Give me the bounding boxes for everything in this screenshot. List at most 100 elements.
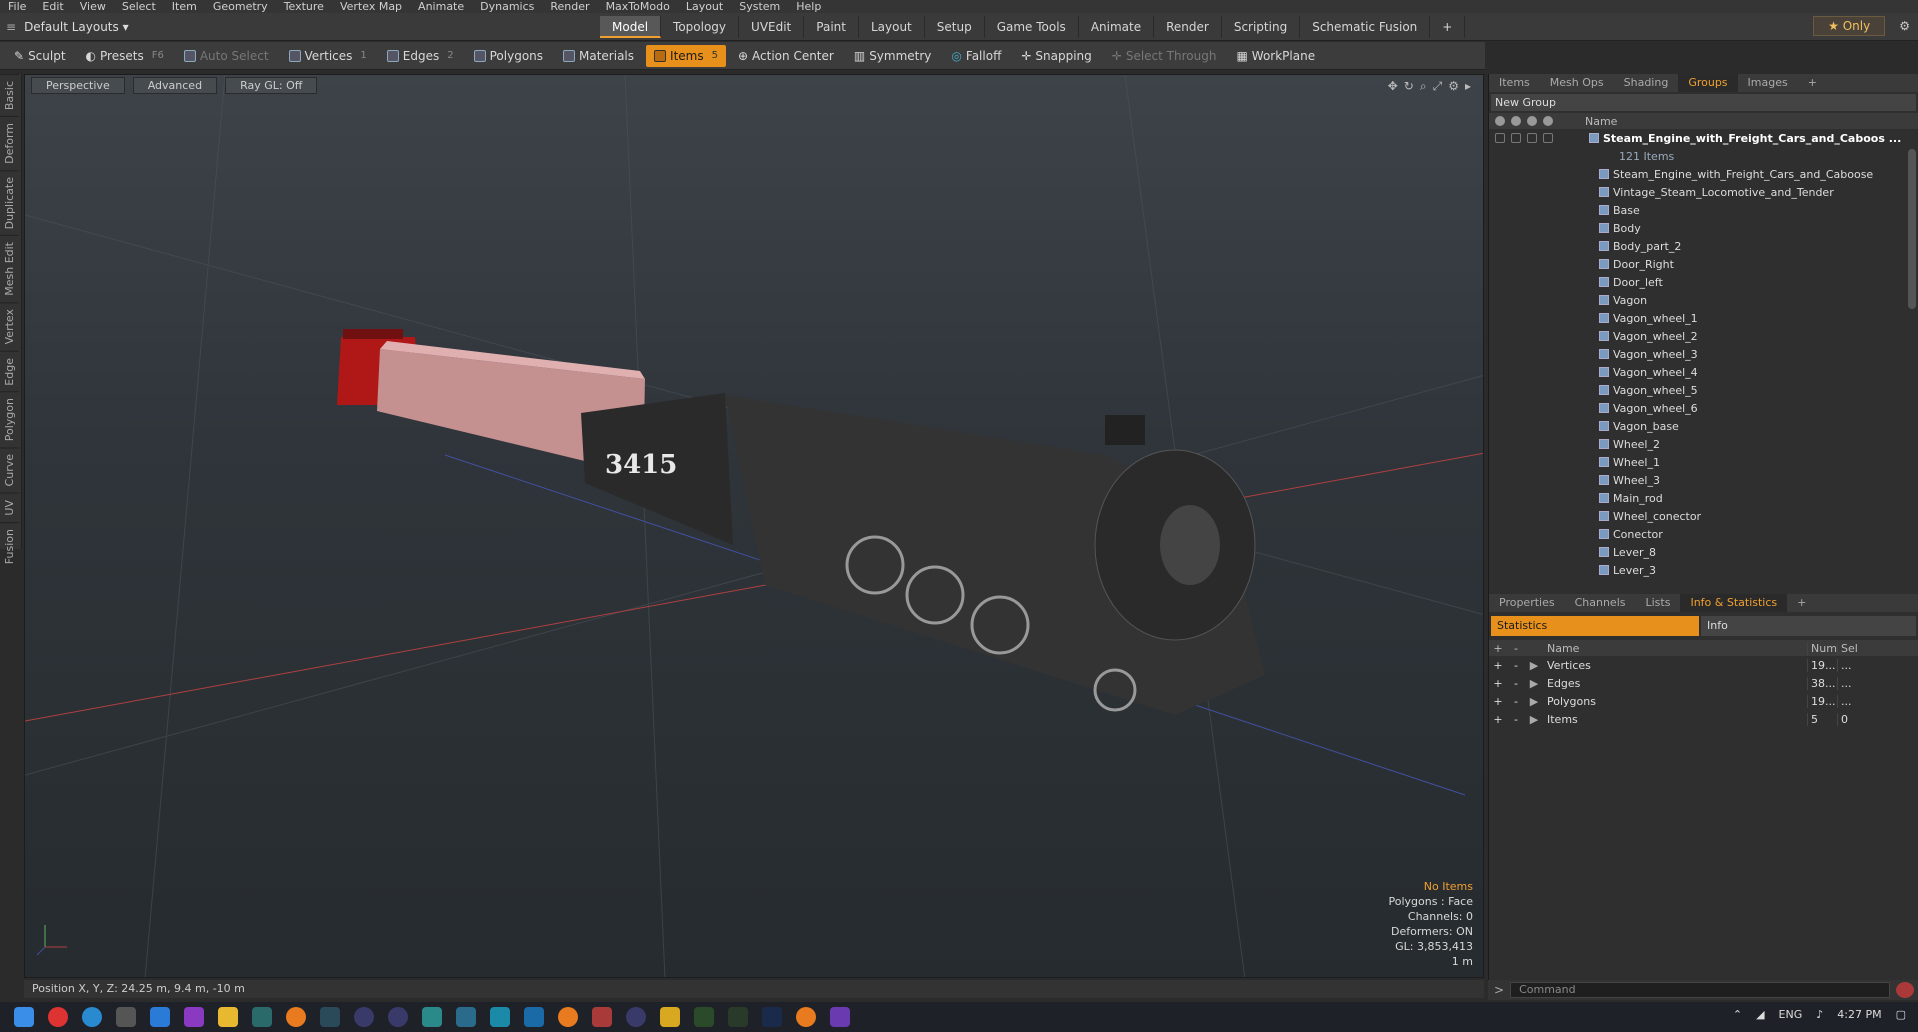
group-item-row[interactable]: Vagon_wheel_2 (1489, 327, 1918, 345)
home-icon[interactable]: ≡ (6, 20, 16, 34)
max-icon[interactable] (422, 1007, 442, 1027)
photoshop-icon[interactable] (762, 1007, 782, 1027)
group-item-row[interactable]: Vagon_base (1489, 417, 1918, 435)
terminal-icon[interactable] (252, 1007, 272, 1027)
explorer-icon[interactable] (660, 1007, 680, 1027)
eye-icon[interactable] (1495, 116, 1505, 126)
zoom-icon[interactable]: ⌕ (1420, 79, 1427, 94)
symmetry-button[interactable]: ▥ Symmetry (846, 45, 940, 67)
group-item-row[interactable]: Vintage_Steam_Locomotive_and_Tender (1489, 183, 1918, 201)
group-item-row[interactable]: Door_left (1489, 273, 1918, 291)
groups-list[interactable]: Steam_Engine_with_Freight_Cars_and_Caboo… (1489, 129, 1918, 579)
menu-view[interactable]: View (72, 0, 114, 13)
group-item-row[interactable]: Wheel_conector (1489, 507, 1918, 525)
raygl-button[interactable]: Ray GL: Off (225, 77, 318, 94)
maya-icon[interactable] (456, 1007, 476, 1027)
expand-plus-icon[interactable]: + (1489, 713, 1507, 726)
group-item-row[interactable]: Vagon_wheel_3 (1489, 345, 1918, 363)
render-toggle[interactable] (1527, 133, 1537, 143)
group-item-row[interactable]: Wheel_2 (1489, 435, 1918, 453)
triangle-right-icon[interactable]: ▶ (1525, 659, 1543, 672)
expand-plus-icon[interactable]: + (1489, 695, 1507, 708)
menu-maxtomodo[interactable]: MaxToModo (598, 0, 678, 13)
group-item-row[interactable]: Vagon (1489, 291, 1918, 309)
perspective-button[interactable]: Perspective (31, 77, 125, 94)
group-item-row[interactable]: Vagon_wheel_6 (1489, 399, 1918, 417)
left-tab-vertex[interactable]: Vertex (0, 302, 19, 351)
modo-icon[interactable] (592, 1007, 612, 1027)
chevron-up-icon[interactable]: ⌃ (1733, 1008, 1742, 1021)
notification-icon[interactable]: ▢ (1896, 1008, 1906, 1021)
group-item-row[interactable]: Base (1489, 201, 1918, 219)
expand-icon[interactable]: ▸ (1465, 79, 1471, 94)
expand-plus-icon[interactable]: + (1489, 659, 1507, 672)
statistics-tab[interactable]: Statistics (1491, 616, 1699, 636)
visibility-toggle[interactable] (1495, 133, 1505, 143)
group-item-row[interactable]: Conector (1489, 525, 1918, 543)
cinema4d-alt-icon[interactable] (388, 1007, 408, 1027)
clock[interactable]: 4:27 PM (1837, 1008, 1881, 1021)
designer-icon[interactable] (728, 1007, 748, 1027)
menu-file[interactable]: File (0, 0, 34, 13)
groups-tab-2[interactable]: Shading (1614, 74, 1679, 92)
items-button[interactable]: Items 5 (646, 44, 726, 67)
info-tab-0[interactable]: Properties (1489, 594, 1565, 612)
group-item-row[interactable]: Vagon_wheel_1 (1489, 309, 1918, 327)
layout-tab-scripting[interactable]: Scripting (1222, 15, 1301, 38)
group-item-row[interactable]: Lever_8 (1489, 543, 1918, 561)
left-tab-fusion[interactable]: Fusion (0, 521, 19, 570)
group-item-row[interactable]: Main_rod (1489, 489, 1918, 507)
left-tab-curve[interactable]: Curve (0, 447, 19, 493)
group-item-row[interactable]: Wheel_1 (1489, 453, 1918, 471)
new-group-button[interactable]: New Group (1491, 94, 1916, 111)
network-icon[interactable]: ◢ (1756, 1008, 1764, 1021)
menu-render[interactable]: Render (542, 0, 597, 13)
expand-plus-icon[interactable]: + (1489, 677, 1507, 690)
layout-tab-layout[interactable]: Layout (859, 15, 925, 38)
workplane-button[interactable]: ▦ WorkPlane (1228, 45, 1323, 67)
falloff-button[interactable]: ◎ Falloff (943, 45, 1009, 67)
info-tab-3[interactable]: Info & Statistics (1680, 594, 1788, 612)
folder-icon[interactable] (218, 1007, 238, 1027)
layout-tab-uvedit[interactable]: UVEdit (739, 15, 805, 38)
painter-icon[interactable] (694, 1007, 714, 1027)
collapse-minus-icon[interactable]: - (1507, 659, 1525, 672)
stat-row[interactable]: + - ▶ Items 5 0 (1489, 710, 1918, 728)
menu-geometry[interactable]: Geometry (205, 0, 276, 13)
gear-icon[interactable]: ⚙ (1891, 19, 1918, 33)
layout-tab-model[interactable]: Model (600, 15, 662, 38)
sculpt-button[interactable]: ✎ Sculpt (6, 45, 74, 67)
3dsmax-icon[interactable] (490, 1007, 510, 1027)
select-toggle[interactable] (1543, 133, 1553, 143)
group-item-row[interactable]: Lever_3 (1489, 561, 1918, 579)
action-center-button[interactable]: ⊕ Action Center (730, 45, 842, 67)
groups-tab-4[interactable]: Images (1738, 74, 1798, 92)
menu-help[interactable]: Help (788, 0, 829, 13)
menu-layout[interactable]: Layout (678, 0, 731, 13)
windows-start-icon[interactable] (14, 1007, 34, 1027)
lock-toggle[interactable] (1511, 133, 1521, 143)
blender-alt-icon[interactable] (558, 1007, 578, 1027)
vscode-icon[interactable] (150, 1007, 170, 1027)
lock-icon[interactable] (1511, 116, 1521, 126)
groups-scrollbar[interactable] (1908, 149, 1916, 309)
cinema4d-icon[interactable] (354, 1007, 374, 1027)
layout-tab-render[interactable]: Render (1154, 15, 1222, 38)
groups-tab-0[interactable]: Items (1489, 74, 1540, 92)
triangle-right-icon[interactable]: ▶ (1525, 713, 1543, 726)
triangle-right-icon[interactable]: ▶ (1525, 695, 1543, 708)
menu-item[interactable]: Item (164, 0, 205, 13)
layout-tab-setup[interactable]: Setup (925, 15, 985, 38)
groups-tab-5[interactable]: + (1798, 74, 1827, 92)
command-input[interactable]: Command (1510, 982, 1890, 998)
group-item-row[interactable]: Door_Right (1489, 255, 1918, 273)
triangle-right-icon[interactable]: ▶ (1525, 677, 1543, 690)
info-tab-2[interactable]: Lists (1636, 594, 1681, 612)
volume-icon[interactable]: ♪ (1816, 1008, 1823, 1021)
only-button[interactable]: ★ Only (1813, 16, 1886, 36)
fit-icon[interactable]: ⤢ (1433, 79, 1443, 94)
advanced-button[interactable]: Advanced (132, 77, 218, 94)
stat-row[interactable]: + - ▶ Polygons 19...... (1489, 692, 1918, 710)
group-item-row[interactable]: Vagon_wheel_4 (1489, 363, 1918, 381)
chrome-icon[interactable] (48, 1007, 68, 1027)
